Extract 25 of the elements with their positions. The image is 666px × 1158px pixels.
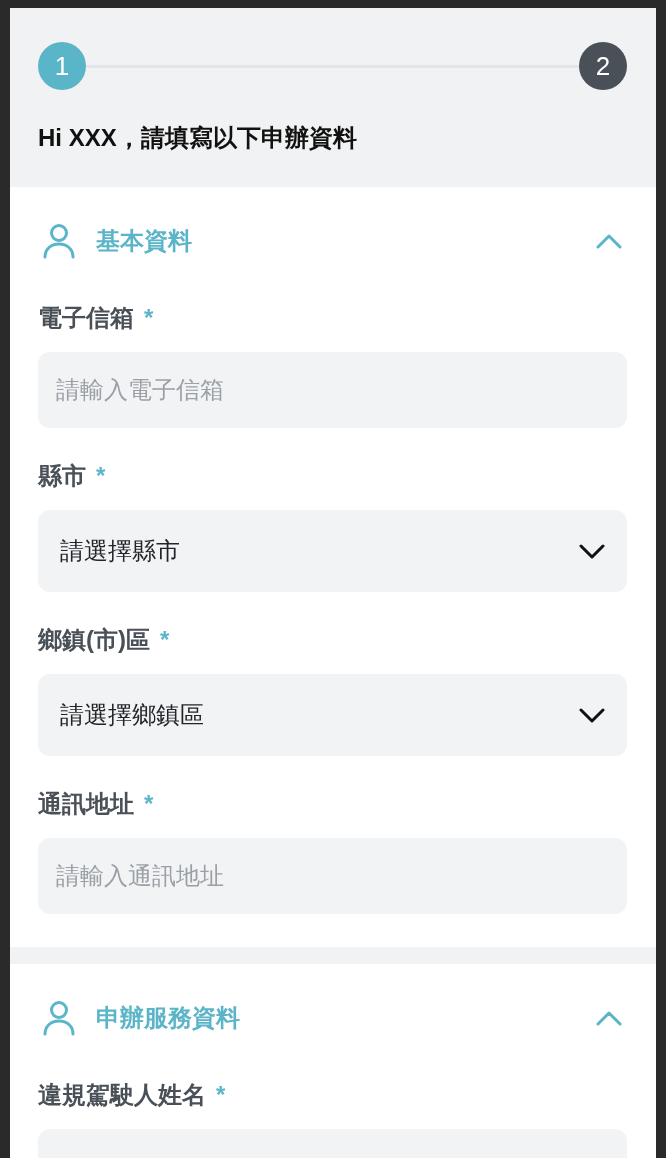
required-mark: *: [160, 625, 170, 655]
input-field[interactable]: 請輸入電子信箱: [38, 352, 627, 428]
section-title: 基本資料: [96, 226, 192, 256]
field-label: 違規駕駛人姓名: [38, 1080, 206, 1110]
field-label: 電子信箱: [38, 303, 134, 333]
required-mark: *: [144, 303, 154, 333]
chevron-icon[interactable]: [595, 1010, 623, 1026]
field-label: 縣市: [38, 461, 86, 491]
input-field[interactable]: 請輸入通訊地址: [38, 838, 627, 914]
chevron-down-icon: [579, 543, 605, 559]
required-mark: *: [216, 1080, 226, 1110]
step-indicator: 1: [38, 42, 86, 90]
step-indicator: 2: [579, 42, 627, 90]
select-field[interactable]: 請選擇縣市: [38, 510, 627, 592]
person-icon: [42, 1000, 76, 1036]
chevron-icon[interactable]: [595, 233, 623, 249]
chevron-down-icon: [579, 707, 605, 723]
field-label: 通訊地址: [38, 789, 134, 819]
field-label: 鄉鎮(市)區: [38, 625, 150, 655]
greeting-title: Hi XXX，請填寫以下申辦資料: [38, 123, 358, 153]
person-icon: [42, 223, 76, 259]
required-mark: *: [144, 789, 154, 819]
required-mark: *: [96, 461, 106, 491]
select-field[interactable]: 請選擇鄉鎮區: [38, 674, 627, 756]
section-title: 申辦服務資料: [96, 1003, 240, 1033]
